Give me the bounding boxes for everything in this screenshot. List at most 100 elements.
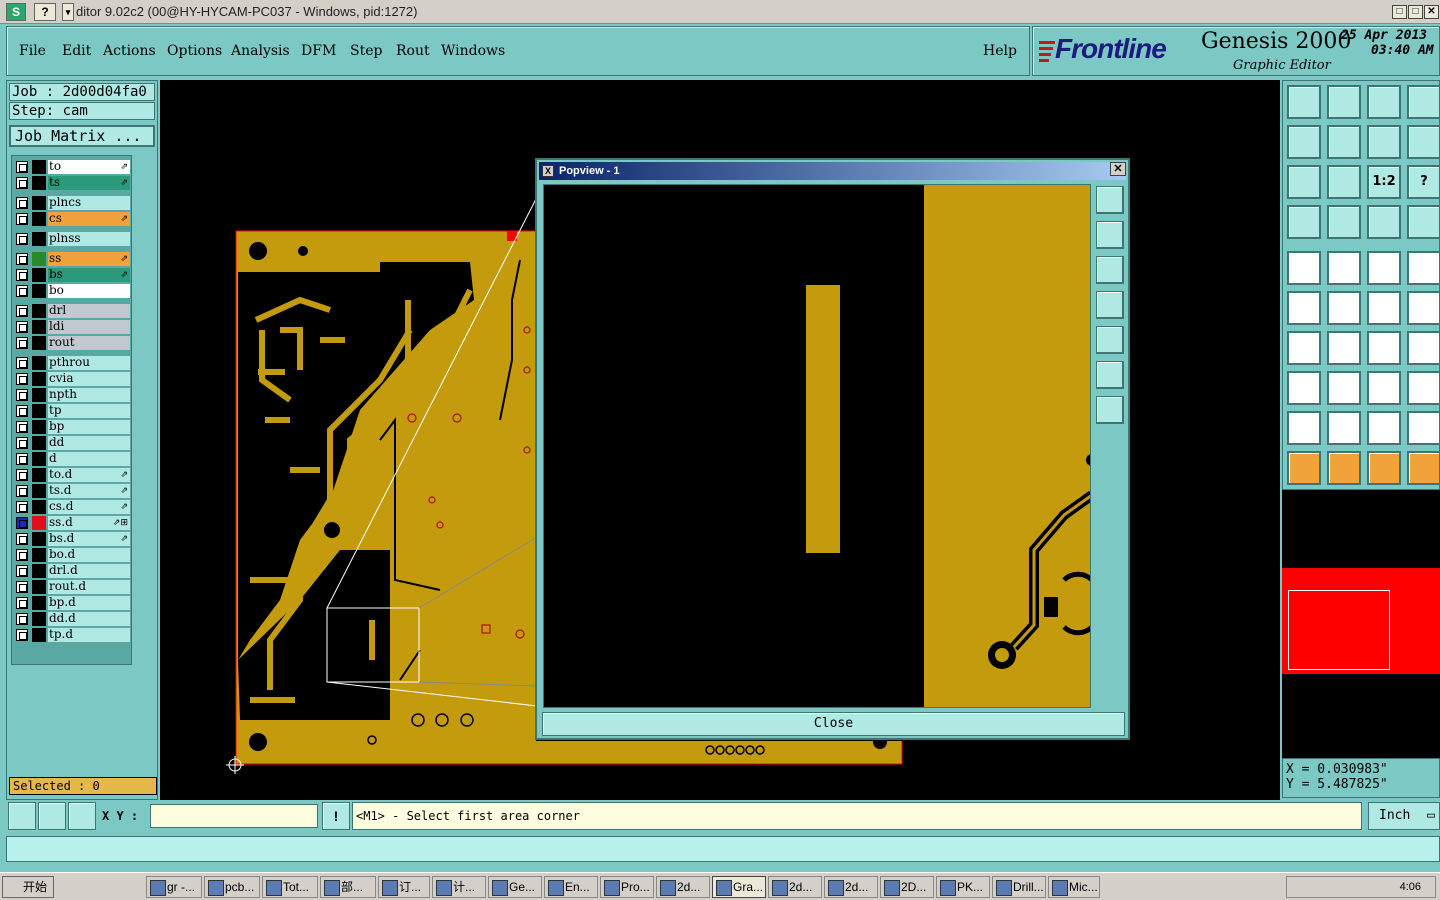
s-curve-icon[interactable] [1407,125,1440,159]
taskbar-item[interactable]: 2d... [768,876,822,898]
grid-icon[interactable] [1327,205,1361,239]
measure-icon[interactable] [1367,251,1401,285]
layer-color-swatch[interactable] [32,336,46,350]
menu-step[interactable]: Step [350,43,382,59]
area-select-icon[interactable] [8,802,36,830]
panel-red-2-icon[interactable] [1407,205,1440,239]
layer-color-swatch[interactable] [32,268,46,282]
layer-checkbox[interactable] [16,533,28,545]
layer-name[interactable]: pthrou [48,356,130,370]
arc-icon[interactable] [1287,411,1321,445]
info-icon[interactable]: ! [322,802,350,830]
layer-name[interactable]: rout [48,336,130,350]
layer-checkbox[interactable] [16,581,28,593]
layer-checkbox[interactable] [16,197,28,209]
layer-checkbox[interactable] [16,549,28,561]
menu-edit[interactable]: Edit [62,43,91,59]
layer-row-bs[interactable]: bs ⇗ [14,268,130,282]
unit-selector[interactable]: Inch ▭ [1368,802,1440,830]
layer-name[interactable]: dd.d [48,612,130,626]
taskbar-item[interactable]: Pro... [600,876,654,898]
layer-name[interactable]: tp.d [48,628,130,642]
layer-checkbox[interactable] [16,233,28,245]
layer-color-swatch[interactable] [32,388,46,402]
popview-zoom-graphic[interactable] [544,185,1091,708]
popview-tool-fit-icon[interactable] [1096,361,1124,389]
layer-color-swatch[interactable] [32,232,46,246]
select-red-icon[interactable] [1287,371,1321,405]
layer-row-drl-d[interactable]: drl.d [14,564,130,578]
layer-name[interactable]: bo [48,284,130,298]
help-icon[interactable]: ? [34,3,56,21]
maximize-icon[interactable]: □ [1408,5,1423,19]
layer-row-ldi[interactable]: ldi [14,320,130,334]
taskbar-item[interactable]: Drill... [992,876,1046,898]
layer-color-swatch[interactable] [32,320,46,334]
layer-color-swatch[interactable] [32,372,46,386]
panel-red-icon[interactable] [1367,205,1401,239]
layer-row-to-d[interactable]: to.d ⇗ [14,468,130,482]
move-point-2-icon[interactable] [1407,291,1440,325]
fit-icon[interactable] [1287,165,1321,199]
layer-color-swatch[interactable] [32,304,46,318]
resize-icon[interactable] [1367,371,1401,405]
pointer-cross-icon[interactable] [1367,451,1401,485]
layer-row-d[interactable]: d [14,452,130,466]
minimize-icon[interactable]: □ [1392,5,1407,19]
snap-icon[interactable] [38,802,66,830]
pointer-net-icon[interactable] [1407,451,1440,485]
open-icon[interactable] [1287,85,1321,119]
triangle-up-icon[interactable] [1367,411,1401,445]
layer-name[interactable]: rout.d [48,580,130,594]
layer-checkbox[interactable] [16,565,28,577]
line-red-icon[interactable] [1327,251,1361,285]
layer-name[interactable]: dd [48,436,130,450]
layer-checkbox[interactable] [16,501,28,513]
xy-input[interactable] [150,804,318,828]
taskbar-item[interactable]: 2D... [880,876,934,898]
pad-icon[interactable] [1287,251,1321,285]
taskbar-item[interactable]: 2d... [656,876,710,898]
layer-checkbox[interactable] [16,421,28,433]
layer-checkbox[interactable] [16,485,28,497]
layer-checkbox[interactable] [16,321,28,333]
layer-name[interactable]: tp [48,404,130,418]
layer-name[interactable]: drl [48,304,130,318]
layer-color-swatch[interactable] [32,612,46,626]
layer-color-swatch[interactable] [32,356,46,370]
taskbar-item[interactable]: pcb... [204,876,260,898]
swap-icon[interactable] [1367,125,1401,159]
layer-color-swatch[interactable] [32,596,46,610]
layer-checkbox[interactable] [16,469,28,481]
taskbar-item[interactable]: 计... [432,876,486,898]
layer-color-swatch[interactable] [32,580,46,594]
layer-color-swatch[interactable] [32,436,46,450]
layer-row-rout-d[interactable]: rout.d [14,580,130,594]
layer-color-swatch[interactable] [32,284,46,298]
layer-row-pthrou[interactable]: pthrou [14,356,130,370]
layer-row-plncs[interactable]: plncs [14,196,130,210]
taskbar-item[interactable]: 订... [378,876,430,898]
layer-color-swatch[interactable] [32,196,46,210]
layer-checkbox[interactable] [16,285,28,297]
circle-icon[interactable] [1407,251,1440,285]
layer-row-npth[interactable]: npth [14,388,130,402]
layer-row-bo[interactable]: bo [14,284,130,298]
move-right-icon[interactable] [1327,125,1361,159]
layer-name[interactable]: plncs [48,196,130,210]
layer-row-bo-d[interactable]: bo.d [14,548,130,562]
home-icon[interactable] [1367,85,1401,119]
layer-row-ts-d[interactable]: ts.d ⇗ [14,484,130,498]
layer-name[interactable]: cs.d [48,500,130,514]
grid-snap-icon[interactable] [68,802,96,830]
popview-tool-zoom-icon[interactable] [1096,186,1124,214]
layer-row-dd[interactable]: dd [14,436,130,450]
layer-checkbox[interactable] [16,453,28,465]
layer-color-swatch[interactable] [32,404,46,418]
layer-row-bp[interactable]: bp [14,420,130,434]
group-icon[interactable] [1407,371,1440,405]
pointer-icon[interactable] [1287,451,1321,485]
layer-checkbox[interactable] [16,305,28,317]
layer-name[interactable]: bs.d [48,532,130,546]
popview-tool-left-icon[interactable] [1096,291,1124,319]
